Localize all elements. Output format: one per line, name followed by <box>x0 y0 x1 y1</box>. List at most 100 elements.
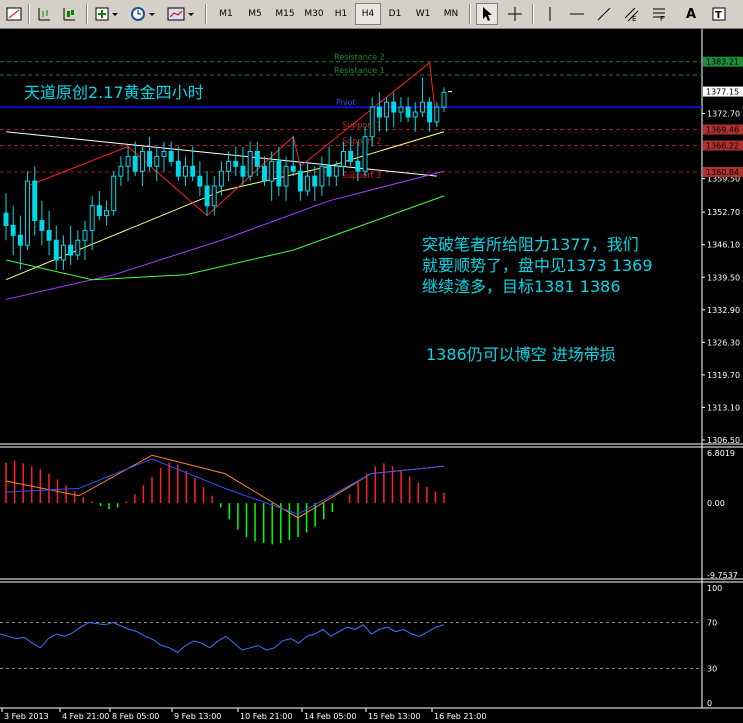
candle-body <box>96 205 102 217</box>
candle-body <box>441 91 447 108</box>
candle-body <box>168 150 174 162</box>
note-line-3: 继续渣多，目标1381 1386 <box>422 277 621 296</box>
candle-body <box>269 160 275 182</box>
candle <box>75 230 81 260</box>
candle <box>398 97 404 122</box>
candle-body <box>82 229 88 241</box>
note-line-4: 1386仍可以博空 进场带损 <box>426 345 616 364</box>
candle <box>125 146 131 182</box>
candle <box>96 190 102 221</box>
price-tick-label: 1326.30 <box>707 338 740 347</box>
candle-body <box>32 180 38 222</box>
tf-H1[interactable]: H1 <box>328 3 354 25</box>
level-label-support3: Support 3 <box>342 171 381 180</box>
candle-body <box>60 244 66 261</box>
text-icon[interactable]: A <box>680 3 702 25</box>
candle <box>204 171 210 216</box>
crosshair-icon[interactable] <box>504 3 526 25</box>
trend-line-icon[interactable] <box>593 3 615 25</box>
bar-chart-icon[interactable] <box>33 3 55 25</box>
candle-body <box>233 160 239 167</box>
candle-body <box>154 155 160 167</box>
candle <box>305 161 311 196</box>
candle <box>111 171 117 216</box>
candle <box>39 200 45 246</box>
candle-body <box>254 150 260 167</box>
candle-body <box>355 160 361 172</box>
candle <box>276 146 282 196</box>
tf-M5[interactable]: M5 <box>241 3 269 25</box>
chart-canvas[interactable]: Resistance 2Resistance 1PivotSupport 1Su… <box>0 29 743 723</box>
tf-D1[interactable]: D1 <box>382 3 408 25</box>
time-tick-label: 9 Feb 13:00 <box>174 712 221 721</box>
candle-body <box>118 165 124 177</box>
chart-tool-icon[interactable] <box>3 3 25 25</box>
candle-chart-icon[interactable] <box>58 3 80 25</box>
candle-body <box>362 136 368 172</box>
candle <box>240 146 246 187</box>
template-icon[interactable] <box>164 3 198 25</box>
candle-body <box>369 106 375 138</box>
candle <box>183 156 188 187</box>
price-badge-label: 1360.84 <box>706 168 739 177</box>
candle-body <box>10 224 16 236</box>
candle <box>46 210 52 256</box>
time-tick-label: 16 Feb 21:00 <box>434 712 486 721</box>
price-tick-label: 1332.90 <box>707 306 740 315</box>
candle-body <box>305 175 311 192</box>
candle-body <box>297 170 303 192</box>
tf-M1[interactable]: M1 <box>212 3 240 25</box>
candle-body <box>434 106 440 123</box>
candle-body <box>211 185 217 207</box>
candle <box>104 200 109 226</box>
price-tick-label: 1319.70 <box>707 371 740 380</box>
candle-body <box>39 220 45 231</box>
channel-icon[interactable]: E <box>620 3 642 25</box>
chart-area[interactable]: Resistance 2 Resistance 1 Pivot Support 1 Su… <box>0 29 743 723</box>
price-tick-label: 1372.70 <box>707 110 740 119</box>
tf-W1[interactable]: W1 <box>410 3 436 25</box>
candle <box>319 156 325 196</box>
candle-body <box>147 150 153 167</box>
candle-body <box>319 165 325 187</box>
time-tick-label: 4 Feb 21:00 <box>62 712 109 721</box>
candle-body <box>262 165 267 182</box>
label-icon[interactable]: T <box>708 3 730 25</box>
new-chart-icon[interactable] <box>92 3 122 25</box>
candle <box>419 77 425 117</box>
candle-body <box>376 106 382 118</box>
candle-body <box>218 170 224 187</box>
macd-main-line <box>5 454 445 519</box>
level-label-resistance1: Resistance 1 <box>334 66 385 75</box>
candle <box>190 146 196 182</box>
candle <box>427 97 433 132</box>
price-badge-label: 1369.46 <box>706 126 739 135</box>
candle <box>434 102 440 127</box>
time-tick-label: 3 Feb 2013 <box>4 712 49 721</box>
candle <box>68 225 74 265</box>
candle <box>312 166 318 201</box>
candle-body <box>276 160 282 187</box>
horizontal-line-icon[interactable] <box>566 3 588 25</box>
tf-M30[interactable]: M30 <box>299 3 329 25</box>
candle <box>25 171 31 251</box>
period-clock-icon[interactable] <box>128 3 160 25</box>
tf-M15[interactable]: M15 <box>270 3 300 25</box>
candle-body <box>139 150 145 172</box>
rsi-axis-label: 0 <box>707 699 712 708</box>
vertical-line-icon[interactable] <box>539 3 561 25</box>
fibonacci-icon[interactable]: F <box>648 3 670 25</box>
candle <box>17 215 23 270</box>
rsi-line <box>0 621 445 654</box>
candle <box>197 161 203 196</box>
candle-body <box>190 165 196 177</box>
tf-H4[interactable]: H4 <box>355 3 381 25</box>
cursor-icon[interactable] <box>476 3 498 25</box>
candle-body <box>68 244 74 256</box>
price-tick-label: 1346.10 <box>707 241 740 250</box>
candle <box>362 126 368 177</box>
level-label-support2: Support 2 <box>342 136 381 145</box>
tf-MN[interactable]: MN <box>437 3 465 25</box>
candle <box>175 146 181 182</box>
candle-body <box>348 150 354 162</box>
